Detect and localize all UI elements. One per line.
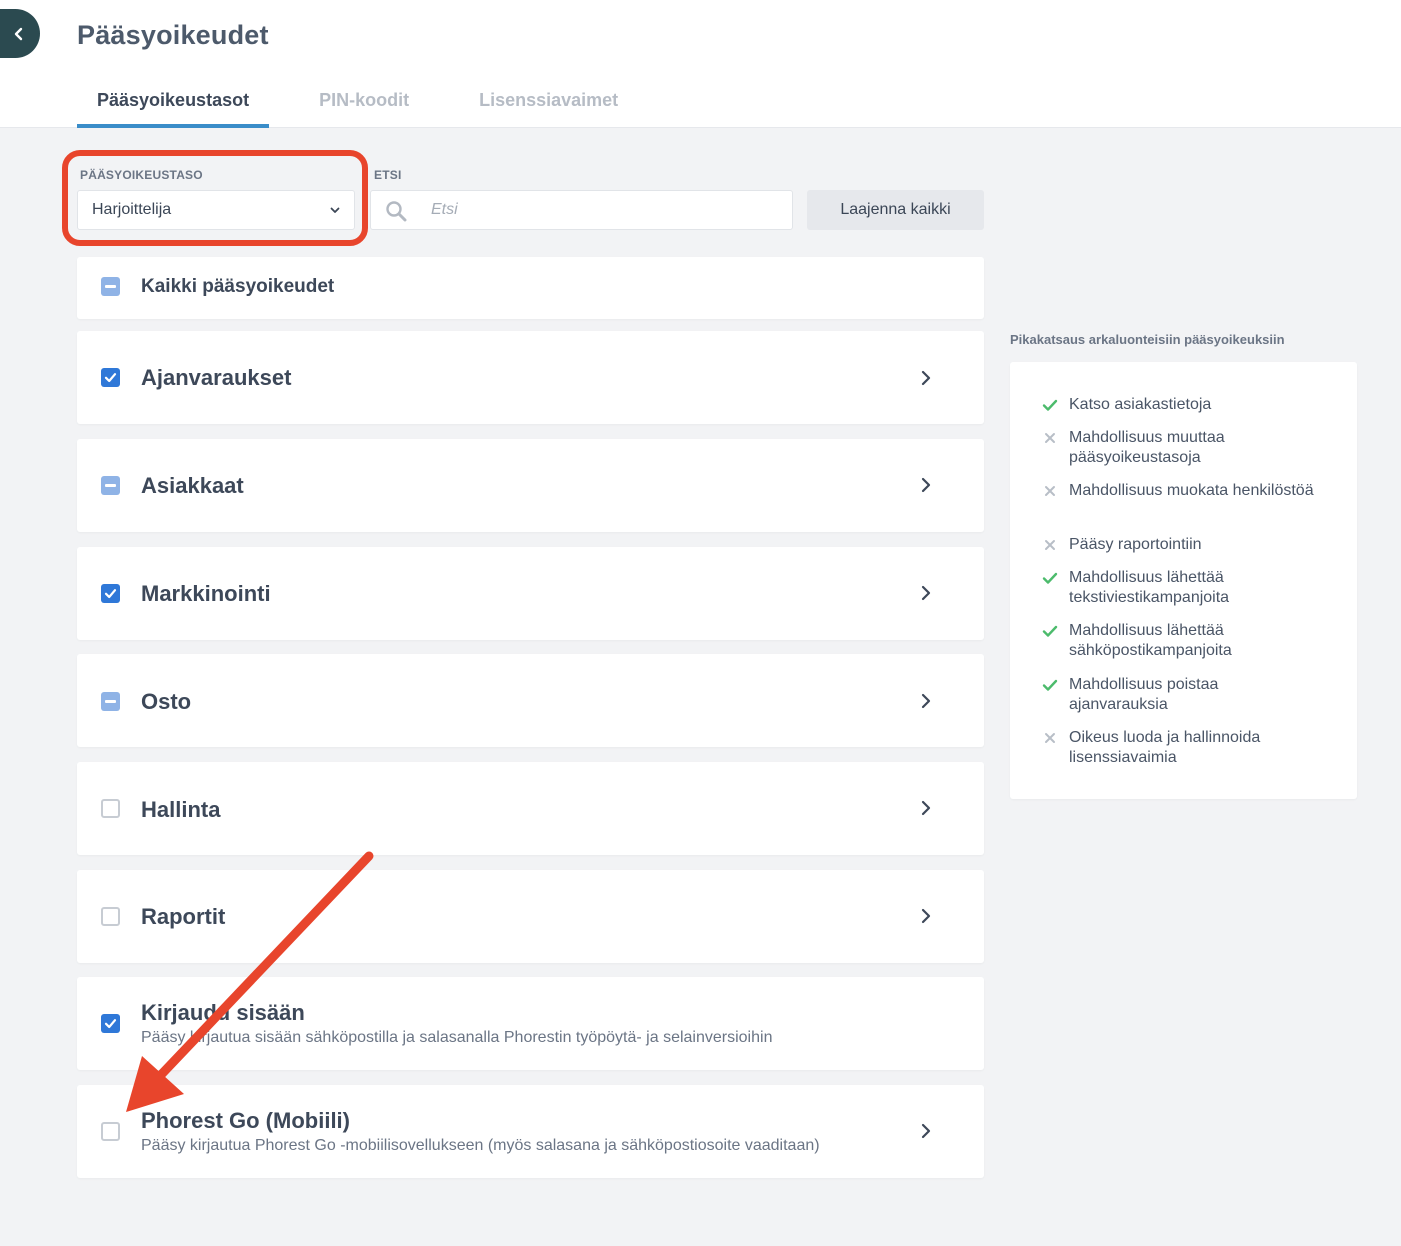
tab-bar: Pääsyoikeustasot PIN-koodit Lisenssiavai…	[77, 78, 668, 128]
category-checkbox[interactable]	[101, 476, 120, 495]
check-icon	[104, 1019, 117, 1029]
check-icon	[104, 373, 117, 383]
all-permissions-label: Kaikki pääsyoikeudet	[141, 276, 335, 297]
category-label: Markkinointi	[141, 581, 271, 606]
permission-checkbox[interactable]	[101, 1014, 120, 1033]
overview-item-text: Mahdollisuus muokata henkilöstöä	[1069, 482, 1314, 499]
check-icon	[104, 589, 117, 599]
access-level-label: PÄÄSYOIKEUSTASO	[80, 168, 203, 182]
category-card-raportit[interactable]: Raportit	[77, 870, 984, 963]
permission-card-login: Kirjaudu sisään Pääsy kirjautua sisään s…	[77, 977, 984, 1070]
chevron-right-icon[interactable]	[919, 906, 933, 926]
x-icon	[1045, 540, 1055, 550]
category-checkbox[interactable]	[101, 584, 120, 603]
back-button[interactable]	[0, 9, 40, 58]
category-card-markkinointi[interactable]: Markkinointi	[77, 547, 984, 640]
access-level-value: Harjoittelija	[92, 201, 172, 218]
all-permissions-checkbox[interactable]	[101, 277, 120, 296]
category-label: Ajanvaraukset	[141, 365, 292, 390]
search-input[interactable]	[431, 191, 781, 229]
overview-title: Pikakatsaus arkaluonteisiin pääsyoikeuks…	[1010, 332, 1285, 347]
overview-item-text: Oikeus luoda ja hallinnoida lisenssiavai…	[1069, 729, 1261, 766]
category-checkbox[interactable]	[101, 799, 120, 818]
category-label: Osto	[141, 689, 192, 714]
chevron-right-icon[interactable]	[919, 798, 933, 818]
search-icon	[386, 201, 407, 222]
chevron-right-icon[interactable]	[919, 475, 933, 495]
permission-label: Kirjaudu sisään	[141, 1000, 305, 1025]
chevron-left-icon	[14, 27, 23, 40]
category-card-osto[interactable]: Osto	[77, 654, 984, 747]
all-permissions-row: Kaikki pääsyoikeudet	[77, 257, 984, 319]
category-checkbox[interactable]	[101, 368, 120, 387]
x-icon	[1045, 486, 1055, 496]
category-description: Pääsy kirjautua Phorest Go -mobiilisovel…	[141, 1137, 820, 1154]
x-icon	[1045, 433, 1055, 443]
permission-description: Pääsy kirjautua sisään sähköpostilla ja …	[141, 1029, 773, 1046]
overview-item-text: Mahdollisuus poistaa ajanvarauksia	[1069, 676, 1219, 713]
chevron-right-icon[interactable]	[919, 691, 933, 711]
expand-all-button[interactable]: Laajenna kaikki	[807, 190, 984, 230]
overview-item-text: Pääsy raportointiin	[1069, 536, 1202, 553]
overview-item-text: Mahdollisuus lähettää tekstiviestikampan…	[1069, 569, 1230, 606]
category-label: Hallinta	[141, 797, 221, 822]
tab-license-keys[interactable]: Lisenssiavaimet	[459, 78, 638, 128]
overview-item-text: Katso asiakastietoja	[1069, 396, 1212, 413]
chevron-down-icon	[330, 207, 340, 213]
search-label: ETSI	[374, 168, 402, 182]
category-card-asiakkaat[interactable]: Asiakkaat	[77, 439, 984, 532]
category-label: Raportit	[141, 904, 226, 929]
overview-item-text: Mahdollisuus muuttaa pääsyoikeustasoja	[1069, 429, 1225, 466]
chevron-right-icon[interactable]	[919, 368, 933, 388]
search-box	[370, 190, 793, 230]
check-icon	[1042, 572, 1058, 584]
chevron-right-icon[interactable]	[919, 583, 933, 603]
overview-panel: Katso asiakastietoja Mahdollisuus muutta…	[1010, 362, 1357, 799]
category-checkbox[interactable]	[101, 692, 120, 711]
x-icon	[1045, 733, 1055, 743]
check-icon	[1042, 679, 1058, 691]
check-icon	[1042, 399, 1058, 411]
category-label: Phorest Go (Mobiili)	[141, 1108, 350, 1133]
category-card-phorest-go[interactable]: Phorest Go (Mobiili) Pääsy kirjautua Pho…	[77, 1085, 984, 1178]
tab-access-levels[interactable]: Pääsyoikeustasot	[77, 78, 270, 128]
category-card-ajanvaraukset[interactable]: Ajanvaraukset	[77, 331, 984, 424]
category-checkbox[interactable]	[101, 907, 120, 926]
chevron-right-icon[interactable]	[919, 1121, 933, 1141]
overview-item-text: Mahdollisuus lähettää sähköpostikampanjo…	[1069, 622, 1232, 659]
category-checkbox[interactable]	[101, 1122, 120, 1141]
category-label: Asiakkaat	[141, 473, 244, 498]
category-card-hallinta[interactable]: Hallinta	[77, 762, 984, 855]
tab-pin-codes[interactable]: PIN-koodit	[299, 78, 429, 128]
check-icon	[1042, 625, 1058, 637]
page-title: Pääsyoikeudet	[77, 20, 269, 50]
access-level-select[interactable]: Harjoittelija	[77, 190, 355, 230]
page-header: Pääsyoikeudet Pääsyoikeustasot PIN-koodi…	[0, 0, 1401, 128]
